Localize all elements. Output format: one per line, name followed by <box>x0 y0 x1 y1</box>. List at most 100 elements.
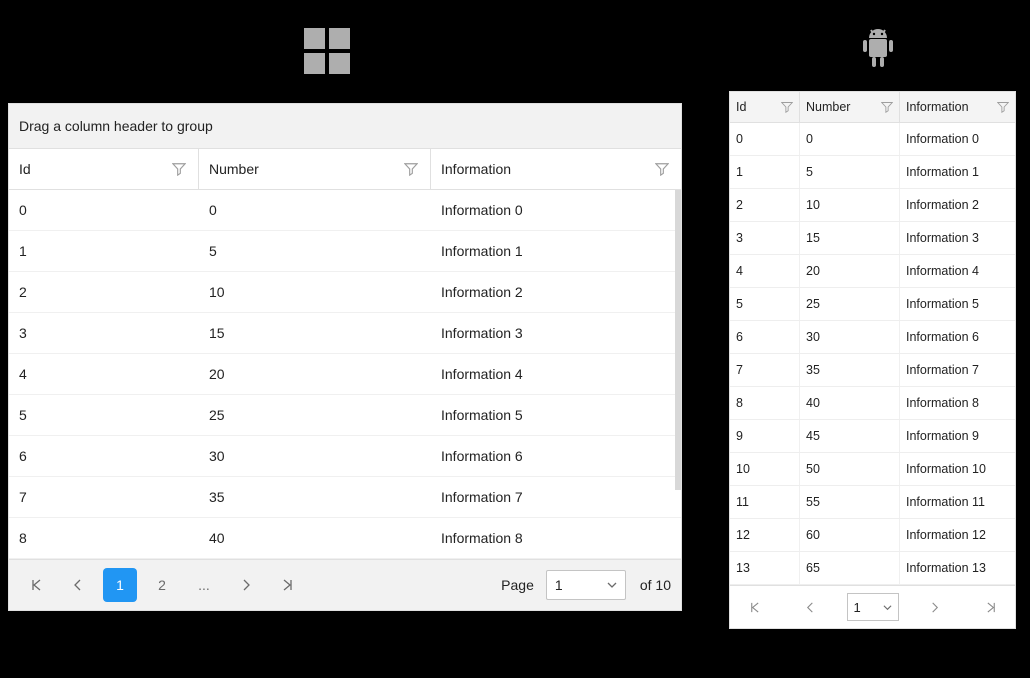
table-cell: Information 13 <box>900 552 1015 584</box>
column-header-information[interactable]: Information <box>900 92 1015 123</box>
table-cell: 0 <box>199 190 431 230</box>
table-cell: 15 <box>800 222 900 254</box>
table-cell: 35 <box>199 477 431 517</box>
table-cell: 2 <box>9 272 199 312</box>
table-row[interactable]: 945Information 9 <box>730 420 1015 453</box>
table-row[interactable]: 1365Information 13 <box>730 552 1015 585</box>
android-logo-icon <box>859 28 897 72</box>
table-cell: Information 2 <box>900 189 1015 221</box>
table-row[interactable]: 420Information 4 <box>730 255 1015 288</box>
table-row[interactable]: 15Information 1 <box>730 156 1015 189</box>
table-cell: Information 7 <box>431 477 681 517</box>
page-select[interactable]: 1 <box>546 570 626 600</box>
table-row[interactable]: 840Information 8 <box>9 518 681 559</box>
next-page-button[interactable] <box>915 592 955 622</box>
table-row[interactable]: 630Information 6 <box>9 436 681 477</box>
table-cell: Information 8 <box>431 518 681 558</box>
table-row[interactable]: 00Information 0 <box>9 190 681 231</box>
prev-page-button[interactable] <box>61 568 95 602</box>
table-cell: Information 3 <box>900 222 1015 254</box>
table-cell: Information 5 <box>900 288 1015 320</box>
table-cell: 10 <box>199 272 431 312</box>
table-cell: 45 <box>800 420 900 452</box>
table-row[interactable]: 735Information 7 <box>9 477 681 518</box>
table-row[interactable]: 210Information 2 <box>730 189 1015 222</box>
table-cell: 7 <box>9 477 199 517</box>
table-cell: Information 6 <box>431 436 681 476</box>
table-cell: 20 <box>800 255 900 287</box>
column-header-row: Id Number Information <box>730 92 1015 123</box>
table-row[interactable]: 210Information 2 <box>9 272 681 313</box>
next-page-button[interactable] <box>229 568 263 602</box>
table-cell: Information 12 <box>900 519 1015 551</box>
table-row[interactable]: 525Information 5 <box>730 288 1015 321</box>
grid-body[interactable]: 00Information 015Information 1210Informa… <box>730 123 1015 585</box>
page-ellipsis-button[interactable]: ... <box>187 568 221 602</box>
table-cell: 3 <box>730 222 800 254</box>
table-cell: 0 <box>9 190 199 230</box>
first-page-button[interactable] <box>734 592 774 622</box>
table-row[interactable]: 1260Information 12 <box>730 519 1015 552</box>
table-cell: Information 4 <box>431 354 681 394</box>
chevron-down-icon <box>607 577 617 593</box>
table-cell: 11 <box>730 486 800 518</box>
table-cell: 1 <box>730 156 800 188</box>
grid-body[interactable]: 00Information 015Information 1210Informa… <box>9 190 681 559</box>
last-page-button[interactable] <box>971 592 1011 622</box>
table-cell: Information 3 <box>431 313 681 353</box>
column-header-id[interactable]: Id <box>730 92 800 123</box>
table-cell: 55 <box>800 486 900 518</box>
table-cell: 3 <box>9 313 199 353</box>
table-row[interactable]: 1050Information 10 <box>730 453 1015 486</box>
group-panel[interactable]: Drag a column header to group <box>9 104 681 149</box>
table-cell: 4 <box>9 354 199 394</box>
table-cell: Information 10 <box>900 453 1015 485</box>
table-cell: 1 <box>9 231 199 271</box>
page-total-label: of 10 <box>640 577 671 593</box>
prev-page-button[interactable] <box>790 592 830 622</box>
table-row[interactable]: 1155Information 11 <box>730 486 1015 519</box>
table-cell: Information 11 <box>900 486 1015 518</box>
last-page-button[interactable] <box>271 568 305 602</box>
windows-data-grid: Drag a column header to group Id Number … <box>8 103 682 611</box>
table-cell: 40 <box>800 387 900 419</box>
filter-icon[interactable] <box>997 101 1009 113</box>
table-cell: 0 <box>800 123 900 155</box>
table-row[interactable]: 315Information 3 <box>730 222 1015 255</box>
table-row[interactable]: 525Information 5 <box>9 395 681 436</box>
table-cell: 25 <box>199 395 431 435</box>
table-cell: 10 <box>800 189 900 221</box>
column-header-row: Id Number Information <box>9 149 681 190</box>
table-cell: 6 <box>730 321 800 353</box>
column-header-number[interactable]: Number <box>800 92 900 123</box>
filter-icon[interactable] <box>655 162 669 176</box>
table-row[interactable]: 15Information 1 <box>9 231 681 272</box>
table-row[interactable]: 735Information 7 <box>730 354 1015 387</box>
column-header-label: Id <box>19 161 31 177</box>
table-cell: Information 1 <box>900 156 1015 188</box>
page-select[interactable]: 1 <box>847 593 899 621</box>
column-header-number[interactable]: Number <box>199 149 431 189</box>
table-row[interactable]: 00Information 0 <box>730 123 1015 156</box>
filter-icon[interactable] <box>404 162 418 176</box>
column-header-information[interactable]: Information <box>431 149 681 189</box>
table-cell: 5 <box>9 395 199 435</box>
table-cell: Information 7 <box>900 354 1015 386</box>
page-number-button[interactable]: 1 <box>103 568 137 602</box>
table-row[interactable]: 420Information 4 <box>9 354 681 395</box>
table-cell: Information 1 <box>431 231 681 271</box>
table-cell: 13 <box>730 552 800 584</box>
table-row[interactable]: 630Information 6 <box>730 321 1015 354</box>
column-header-id[interactable]: Id <box>9 149 199 189</box>
first-page-button[interactable] <box>19 568 53 602</box>
filter-icon[interactable] <box>881 101 893 113</box>
table-row[interactable]: 840Information 8 <box>730 387 1015 420</box>
page-select-value: 1 <box>854 600 861 615</box>
table-cell: 30 <box>800 321 900 353</box>
filter-icon[interactable] <box>781 101 793 113</box>
table-row[interactable]: 315Information 3 <box>9 313 681 354</box>
table-cell: 6 <box>9 436 199 476</box>
page-number-button[interactable]: 2 <box>145 568 179 602</box>
filter-icon[interactable] <box>172 162 186 176</box>
table-cell: Information 0 <box>900 123 1015 155</box>
